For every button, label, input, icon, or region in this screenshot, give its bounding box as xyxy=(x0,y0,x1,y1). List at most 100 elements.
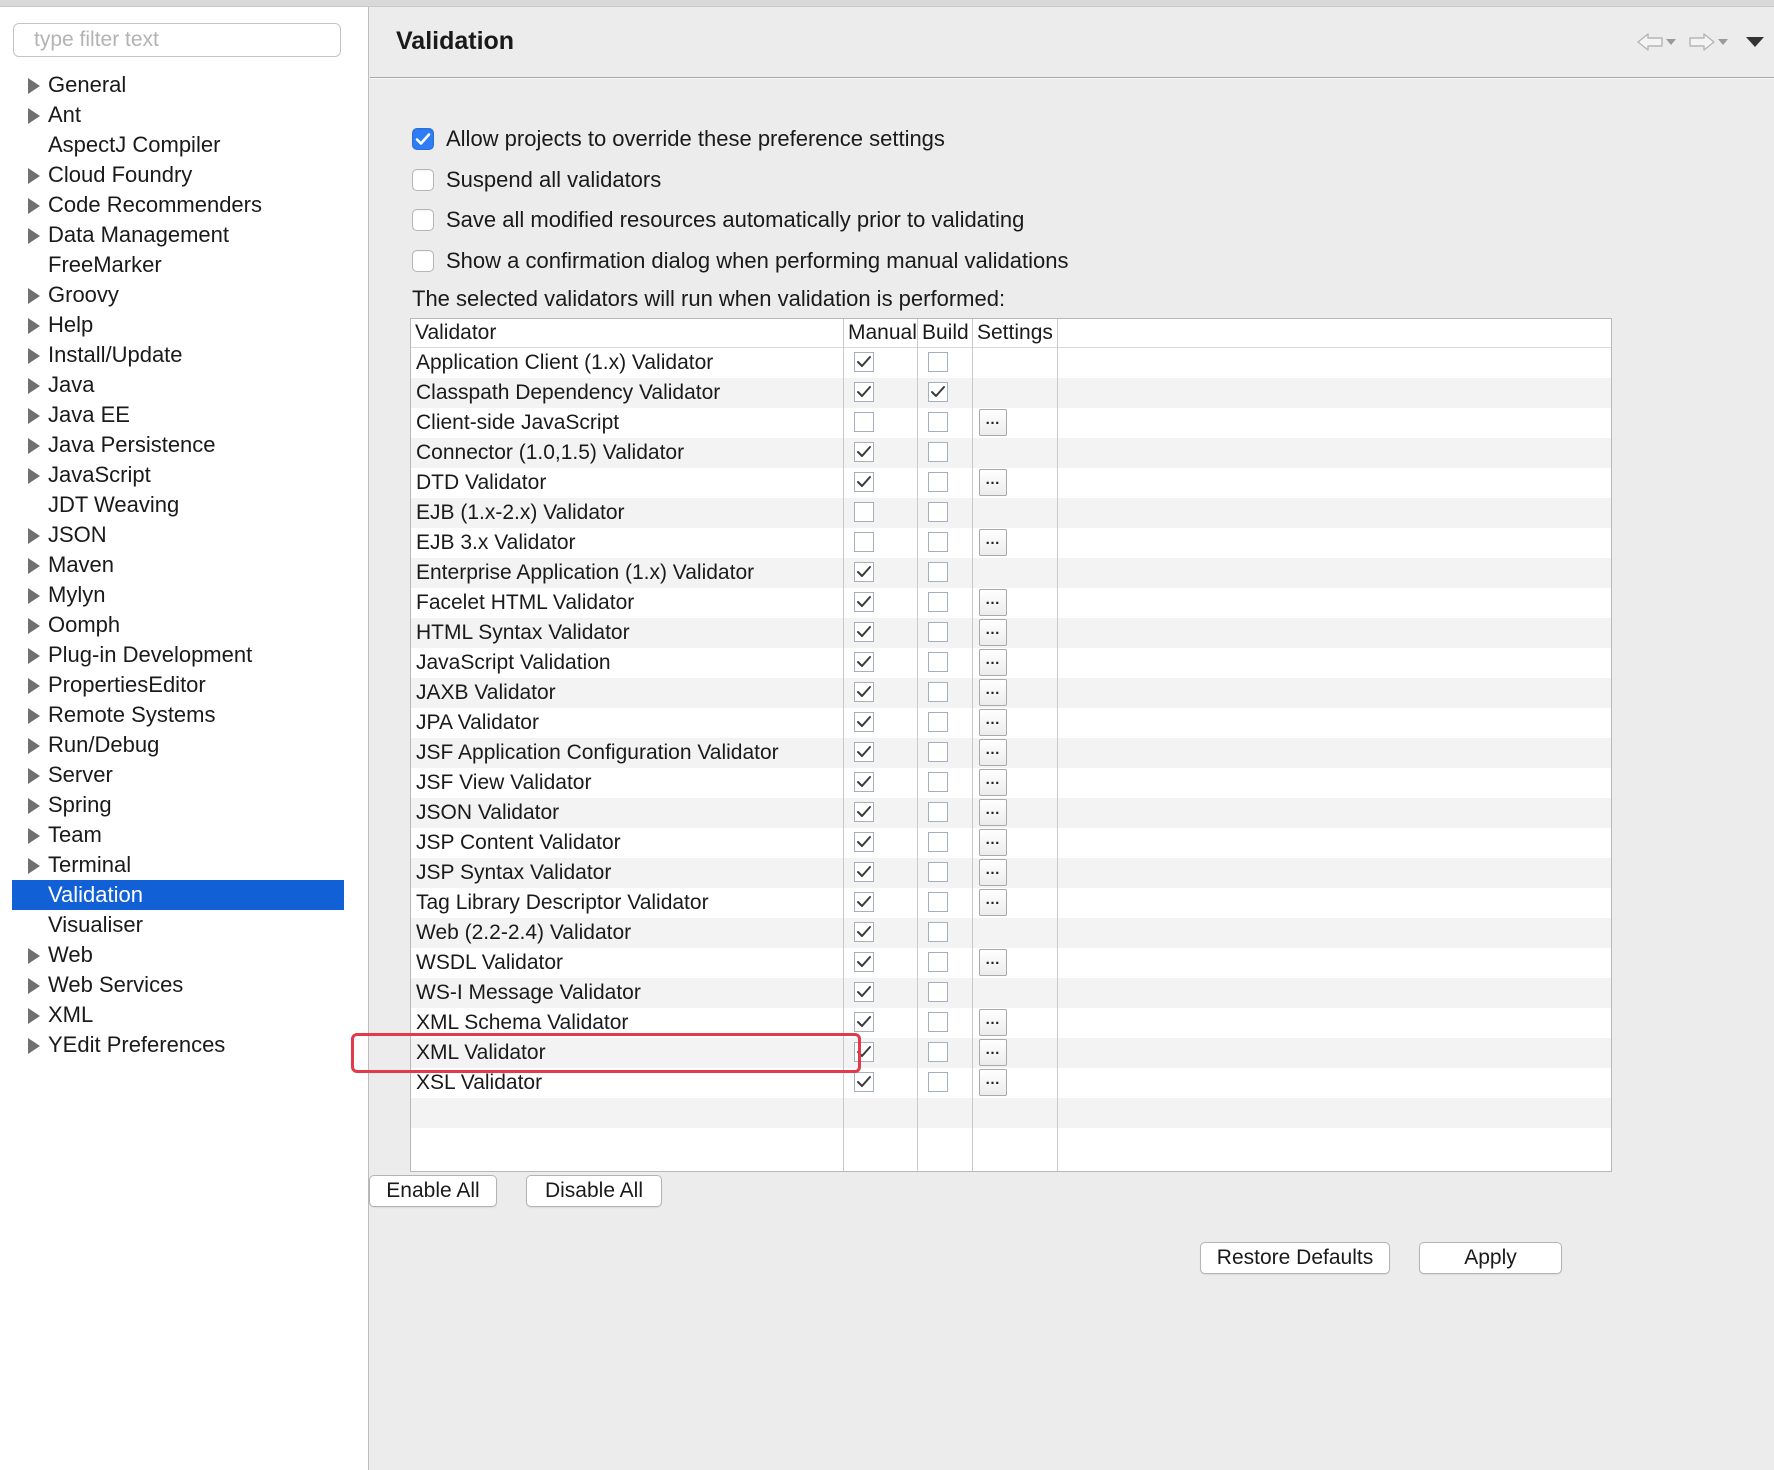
expand-arrow-icon[interactable] xyxy=(28,738,40,754)
settings-button[interactable]: … xyxy=(979,829,1007,856)
tree-item-mylyn[interactable]: Mylyn xyxy=(12,580,344,610)
table-row[interactable]: Web (2.2-2.4) Validator xyxy=(411,918,1611,948)
settings-button[interactable]: … xyxy=(979,859,1007,886)
tree-item-xml[interactable]: XML xyxy=(12,1000,344,1030)
expand-arrow-icon[interactable] xyxy=(28,768,40,784)
build-checkbox[interactable] xyxy=(928,382,948,402)
expand-arrow-icon[interactable] xyxy=(28,828,40,844)
tree-item-maven[interactable]: Maven xyxy=(12,550,344,580)
settings-button[interactable]: … xyxy=(979,679,1007,706)
table-row[interactable]: Application Client (1.x) Validator xyxy=(411,348,1611,378)
disable-all-button[interactable]: Disable All xyxy=(526,1175,662,1207)
forward-arrow-icon[interactable] xyxy=(1688,30,1716,54)
manual-checkbox[interactable] xyxy=(854,922,874,942)
table-row[interactable]: JSON Validator… xyxy=(411,798,1611,828)
table-row[interactable]: Classpath Dependency Validator xyxy=(411,378,1611,408)
enable-all-button[interactable]: Enable All xyxy=(369,1175,497,1207)
column-header-settings[interactable]: Settings xyxy=(973,319,1057,347)
tree-item-groovy[interactable]: Groovy xyxy=(12,280,344,310)
build-checkbox[interactable] xyxy=(928,652,948,672)
table-row[interactable]: JSP Syntax Validator… xyxy=(411,858,1611,888)
option-label[interactable]: Suspend all validators xyxy=(446,167,661,193)
settings-button[interactable]: … xyxy=(979,949,1007,976)
manual-checkbox[interactable] xyxy=(854,412,874,432)
column-header-validator[interactable]: Validator xyxy=(411,319,843,347)
table-row[interactable]: JPA Validator… xyxy=(411,708,1611,738)
table-row[interactable]: Client-side JavaScript… xyxy=(411,408,1611,438)
expand-arrow-icon[interactable] xyxy=(28,408,40,424)
table-row[interactable]: Enterprise Application (1.x) Validator xyxy=(411,558,1611,588)
build-checkbox[interactable] xyxy=(928,1012,948,1032)
tree-item-java[interactable]: Java xyxy=(12,370,344,400)
manual-checkbox[interactable] xyxy=(854,742,874,762)
table-row[interactable]: WSDL Validator… xyxy=(411,948,1611,978)
tree-item-help[interactable]: Help xyxy=(12,310,344,340)
tree-item-visualiser[interactable]: Visualiser xyxy=(12,910,344,940)
table-row[interactable]: Tag Library Descriptor Validator… xyxy=(411,888,1611,918)
expand-arrow-icon[interactable] xyxy=(28,438,40,454)
filter-input[interactable] xyxy=(13,23,341,57)
expand-arrow-icon[interactable] xyxy=(28,168,40,184)
expand-arrow-icon[interactable] xyxy=(28,1038,40,1054)
tree-item-jdt-weaving[interactable]: JDT Weaving xyxy=(12,490,344,520)
manual-checkbox[interactable] xyxy=(854,952,874,972)
settings-button[interactable]: … xyxy=(979,619,1007,646)
manual-checkbox[interactable] xyxy=(854,472,874,492)
table-row[interactable]: HTML Syntax Validator… xyxy=(411,618,1611,648)
expand-arrow-icon[interactable] xyxy=(28,648,40,664)
back-history-dropdown-icon[interactable] xyxy=(1664,30,1678,54)
tree-item-freemarker[interactable]: FreeMarker xyxy=(12,250,344,280)
build-checkbox[interactable] xyxy=(928,412,948,432)
manual-checkbox[interactable] xyxy=(854,772,874,792)
build-checkbox[interactable] xyxy=(928,892,948,912)
settings-button[interactable]: … xyxy=(979,739,1007,766)
table-row[interactable]: DTD Validator… xyxy=(411,468,1611,498)
tree-item-propertieseditor[interactable]: PropertiesEditor xyxy=(12,670,344,700)
expand-arrow-icon[interactable] xyxy=(28,78,40,94)
build-checkbox[interactable] xyxy=(928,802,948,822)
option-checkbox[interactable] xyxy=(412,209,434,231)
manual-checkbox[interactable] xyxy=(854,382,874,402)
restore-defaults-button[interactable]: Restore Defaults xyxy=(1200,1242,1390,1274)
build-checkbox[interactable] xyxy=(928,532,948,552)
view-menu-icon[interactable] xyxy=(1746,37,1764,47)
expand-arrow-icon[interactable] xyxy=(28,1008,40,1024)
manual-checkbox[interactable] xyxy=(854,712,874,732)
tree-item-oomph[interactable]: Oomph xyxy=(12,610,344,640)
table-row[interactable]: JSF Application Configuration Validator… xyxy=(411,738,1611,768)
manual-checkbox[interactable] xyxy=(854,592,874,612)
tree-item-yedit-preferences[interactable]: YEdit Preferences xyxy=(12,1030,344,1060)
settings-button[interactable]: … xyxy=(979,889,1007,916)
settings-button[interactable]: … xyxy=(979,409,1007,436)
expand-arrow-icon[interactable] xyxy=(28,588,40,604)
table-row[interactable]: JAXB Validator… xyxy=(411,678,1611,708)
manual-checkbox[interactable] xyxy=(854,562,874,582)
option-checkbox[interactable] xyxy=(412,128,434,150)
build-checkbox[interactable] xyxy=(928,1072,948,1092)
table-row[interactable]: EJB 3.x Validator… xyxy=(411,528,1611,558)
manual-checkbox[interactable] xyxy=(854,442,874,462)
tree-item-ant[interactable]: Ant xyxy=(12,100,344,130)
tree-item-validation[interactable]: Validation xyxy=(12,880,344,910)
settings-button[interactable]: … xyxy=(979,469,1007,496)
expand-arrow-icon[interactable] xyxy=(28,318,40,334)
forward-history-dropdown-icon[interactable] xyxy=(1716,30,1730,54)
tree-item-plug-in-development[interactable]: Plug-in Development xyxy=(12,640,344,670)
build-checkbox[interactable] xyxy=(928,1042,948,1062)
option-label[interactable]: Allow projects to override these prefere… xyxy=(446,126,945,152)
option-label[interactable]: Show a confirmation dialog when performi… xyxy=(446,248,1068,274)
settings-button[interactable]: … xyxy=(979,1009,1007,1036)
tree-item-javascript[interactable]: JavaScript xyxy=(12,460,344,490)
tree-item-install-update[interactable]: Install/Update xyxy=(12,340,344,370)
manual-checkbox[interactable] xyxy=(854,862,874,882)
column-header-manual[interactable]: Manual xyxy=(844,319,917,347)
expand-arrow-icon[interactable] xyxy=(28,708,40,724)
build-checkbox[interactable] xyxy=(928,592,948,612)
expand-arrow-icon[interactable] xyxy=(28,858,40,874)
settings-button[interactable]: … xyxy=(979,769,1007,796)
tree-item-code-recommenders[interactable]: Code Recommenders xyxy=(12,190,344,220)
expand-arrow-icon[interactable] xyxy=(28,978,40,994)
expand-arrow-icon[interactable] xyxy=(28,948,40,964)
manual-checkbox[interactable] xyxy=(854,682,874,702)
settings-button[interactable]: … xyxy=(979,1039,1007,1066)
